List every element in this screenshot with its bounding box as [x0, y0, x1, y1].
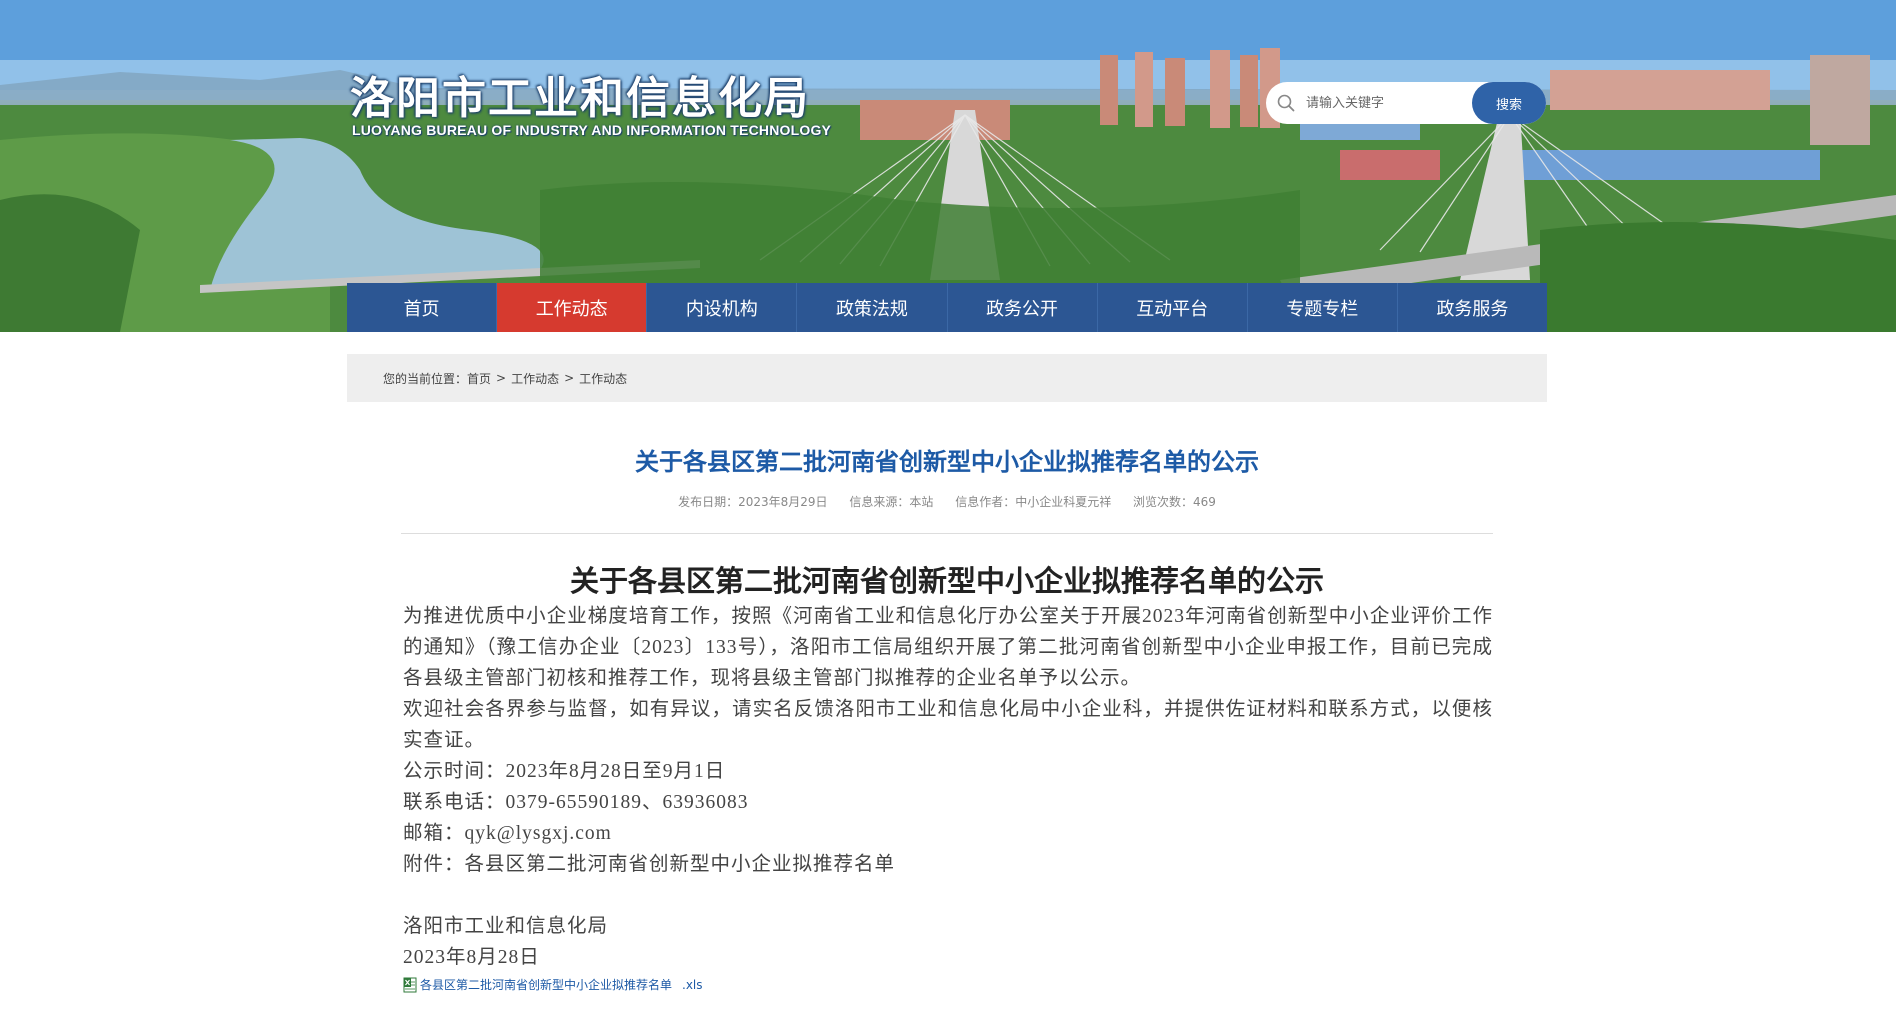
paragraph-supervision: 欢迎社会各界参与监督，如有异议，请实名反馈洛阳市工业和信息化局中小企业科，并提供… — [403, 699, 1493, 751]
article-content: 为推进优质中小企业梯度培育工作，按照《河南省工业和信息化厅办公室关于开展2023… — [403, 601, 1493, 973]
site-title: 洛阳市工业和信息化局 — [350, 73, 810, 124]
paragraph-intro: 为推进优质中小企业梯度培育工作，按照《河南省工业和信息化厅办公室关于开展2023… — [403, 606, 1493, 689]
excel-file-icon — [402, 977, 418, 993]
breadcrumb: 您的当前位置： 首页 > 工作动态 > 工作动态 — [347, 354, 1547, 402]
breadcrumb-prefix: 您的当前位置： — [383, 371, 468, 386]
attachment-name[interactable]: 各县区第二批河南省创新型中小企业拟推荐名单 — [420, 976, 672, 993]
nav-item-work-news[interactable]: 工作动态 — [497, 283, 648, 332]
nav-item-gov-services[interactable]: 政务服务 — [1398, 283, 1547, 332]
breadcrumb-work-news-sub[interactable]: 工作动态 — [579, 370, 627, 387]
meta-date: 发布日期：2023年8月29日 — [678, 495, 828, 509]
main-nav: 首页 工作动态 内设机构 政策法规 政务公开 互动平台 专题专栏 政务服务 — [347, 283, 1547, 332]
nav-item-interaction[interactable]: 互动平台 — [1098, 283, 1248, 332]
nav-item-departments[interactable]: 内设机构 — [647, 283, 798, 332]
breadcrumb-home[interactable]: 首页 — [467, 370, 491, 387]
nav-item-government-affairs[interactable]: 政务公开 — [948, 283, 1098, 332]
breadcrumb-separator: > — [564, 371, 575, 385]
search-button[interactable]: 搜索 — [1472, 82, 1546, 124]
signature-date: 2023年8月28日 — [403, 947, 540, 968]
paragraph-phone: 联系电话：0379-65590189、63936083 — [403, 792, 749, 813]
search-input[interactable] — [1306, 84, 1456, 122]
attachment-link[interactable]: 各县区第二批河南省创新型中小企业拟推荐名单 .xls — [402, 976, 703, 993]
paragraph-email: 邮箱：qyk@lysgxj.com — [403, 823, 612, 844]
site-subtitle: LUOYANG BUREAU OF INDUSTRY AND INFORMATI… — [352, 122, 832, 138]
signature-org: 洛阳市工业和信息化局 — [403, 916, 609, 937]
article-title: 关于各县区第二批河南省创新型中小企业拟推荐名单的公示 — [635, 448, 1259, 476]
article-meta: 发布日期：2023年8月29日 信息来源：本站 信息作者：中小企业科夏元祥 浏览… — [347, 493, 1547, 510]
paragraph-attachment-note: 附件：各县区第二批河南省创新型中小企业拟推荐名单 — [403, 854, 896, 875]
breadcrumb-work-news[interactable]: 工作动态 — [511, 370, 559, 387]
breadcrumb-separator: > — [496, 371, 507, 385]
divider — [401, 533, 1493, 534]
nav-item-policies[interactable]: 政策法规 — [797, 283, 948, 332]
meta-author: 信息作者：中小企业科夏元祥 — [955, 495, 1112, 509]
nav-item-home[interactable]: 首页 — [347, 283, 498, 332]
nav-item-special-topics[interactable]: 专题专栏 — [1248, 283, 1398, 332]
meta-source: 信息来源：本站 — [849, 495, 934, 509]
document-title: 关于各县区第二批河南省创新型中小企业拟推荐名单的公示 — [569, 564, 1324, 598]
search-box: 搜索 — [1266, 82, 1546, 124]
paragraph-period: 公示时间：2023年8月28日至9月1日 — [403, 761, 726, 782]
search-icon — [1266, 82, 1306, 124]
meta-views: 浏览次数：469 — [1133, 495, 1216, 509]
attachment-extension[interactable]: .xls — [682, 978, 703, 992]
